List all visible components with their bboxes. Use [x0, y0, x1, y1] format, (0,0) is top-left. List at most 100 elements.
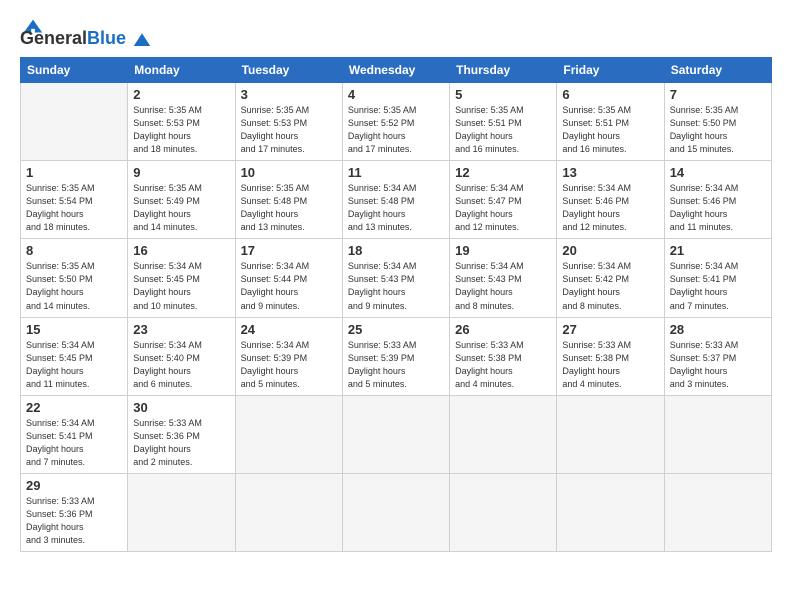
header-saturday: Saturday [664, 58, 771, 83]
day-info: Sunrise: 5:35 AMSunset: 5:50 PMDaylight … [26, 260, 122, 312]
calendar-day-cell: 12 Sunrise: 5:34 AMSunset: 5:47 PMDaylig… [450, 161, 557, 239]
calendar-day-cell [450, 473, 557, 551]
day-info: Sunrise: 5:35 AMSunset: 5:51 PMDaylight … [562, 104, 658, 156]
day-info: Sunrise: 5:34 AMSunset: 5:43 PMDaylight … [455, 260, 551, 312]
day-number: 20 [562, 243, 658, 258]
day-info: Sunrise: 5:33 AMSunset: 5:38 PMDaylight … [455, 339, 551, 391]
day-info: Sunrise: 5:34 AMSunset: 5:44 PMDaylight … [241, 260, 337, 312]
day-info: Sunrise: 5:33 AMSunset: 5:39 PMDaylight … [348, 339, 444, 391]
day-number: 13 [562, 165, 658, 180]
calendar-day-cell: 16 Sunrise: 5:34 AMSunset: 5:45 PMDaylig… [128, 239, 235, 317]
day-number: 22 [26, 400, 122, 415]
day-number: 9 [133, 165, 229, 180]
day-number: 26 [455, 322, 551, 337]
calendar-day-cell: 28 Sunrise: 5:33 AMSunset: 5:37 PMDaylig… [664, 317, 771, 395]
day-number: 1 [26, 165, 122, 180]
day-number: 6 [562, 87, 658, 102]
calendar-day-cell: 11 Sunrise: 5:34 AMSunset: 5:48 PMDaylig… [342, 161, 449, 239]
calendar-day-cell [235, 395, 342, 473]
logo-general2: General [20, 28, 87, 48]
calendar-day-cell [557, 395, 664, 473]
day-number: 7 [670, 87, 766, 102]
calendar-day-cell: 6 Sunrise: 5:35 AMSunset: 5:51 PMDayligh… [557, 83, 664, 161]
calendar-day-cell: 2 Sunrise: 5:35 AMSunset: 5:53 PMDayligh… [128, 83, 235, 161]
calendar-page: GeneralBlue Sunday Monday Tuesday Wednes… [0, 0, 792, 612]
day-info: Sunrise: 5:34 AMSunset: 5:42 PMDaylight … [562, 260, 658, 312]
day-number: 3 [241, 87, 337, 102]
day-number: 19 [455, 243, 551, 258]
header-friday: Friday [557, 58, 664, 83]
day-info: Sunrise: 5:34 AMSunset: 5:46 PMDaylight … [670, 182, 766, 234]
day-info: Sunrise: 5:34 AMSunset: 5:40 PMDaylight … [133, 339, 229, 391]
calendar-day-cell: 21 Sunrise: 5:34 AMSunset: 5:41 PMDaylig… [664, 239, 771, 317]
calendar-day-cell: 1 Sunrise: 5:35 AMSunset: 5:54 PMDayligh… [21, 161, 128, 239]
day-number: 18 [348, 243, 444, 258]
calendar-day-cell: 18 Sunrise: 5:34 AMSunset: 5:43 PMDaylig… [342, 239, 449, 317]
day-info: Sunrise: 5:34 AMSunset: 5:41 PMDaylight … [26, 417, 122, 469]
calendar-day-cell [342, 395, 449, 473]
calendar-day-cell [21, 83, 128, 161]
calendar-day-cell: 15 Sunrise: 5:34 AMSunset: 5:45 PMDaylig… [21, 317, 128, 395]
logo-triangle-icon [133, 31, 151, 49]
header: GeneralBlue [20, 16, 772, 49]
day-number: 14 [670, 165, 766, 180]
day-info: Sunrise: 5:34 AMSunset: 5:48 PMDaylight … [348, 182, 444, 234]
calendar-day-cell: 23 Sunrise: 5:34 AMSunset: 5:40 PMDaylig… [128, 317, 235, 395]
calendar-day-cell: 19 Sunrise: 5:34 AMSunset: 5:43 PMDaylig… [450, 239, 557, 317]
day-number: 21 [670, 243, 766, 258]
day-number: 2 [133, 87, 229, 102]
calendar-week-row: 8 Sunrise: 5:35 AMSunset: 5:50 PMDayligh… [21, 239, 772, 317]
day-info: Sunrise: 5:34 AMSunset: 5:45 PMDaylight … [133, 260, 229, 312]
day-number: 10 [241, 165, 337, 180]
calendar-day-cell: 3 Sunrise: 5:35 AMSunset: 5:53 PMDayligh… [235, 83, 342, 161]
logo-area: GeneralBlue [20, 16, 151, 49]
day-number: 29 [26, 478, 122, 493]
day-info: Sunrise: 5:33 AMSunset: 5:37 PMDaylight … [670, 339, 766, 391]
day-number: 16 [133, 243, 229, 258]
day-number: 5 [455, 87, 551, 102]
day-info: Sunrise: 5:33 AMSunset: 5:36 PMDaylight … [133, 417, 229, 469]
day-number: 25 [348, 322, 444, 337]
calendar-week-row: 15 Sunrise: 5:34 AMSunset: 5:45 PMDaylig… [21, 317, 772, 395]
calendar-day-cell [557, 473, 664, 551]
calendar-day-cell: 9 Sunrise: 5:35 AMSunset: 5:49 PMDayligh… [128, 161, 235, 239]
calendar-day-cell [450, 395, 557, 473]
calendar-day-cell: 24 Sunrise: 5:34 AMSunset: 5:39 PMDaylig… [235, 317, 342, 395]
calendar-day-cell: 22 Sunrise: 5:34 AMSunset: 5:41 PMDaylig… [21, 395, 128, 473]
calendar-week-row: 22 Sunrise: 5:34 AMSunset: 5:41 PMDaylig… [21, 395, 772, 473]
day-info: Sunrise: 5:34 AMSunset: 5:47 PMDaylight … [455, 182, 551, 234]
header-sunday: Sunday [21, 58, 128, 83]
calendar-day-cell: 10 Sunrise: 5:35 AMSunset: 5:48 PMDaylig… [235, 161, 342, 239]
calendar-day-cell: 8 Sunrise: 5:35 AMSunset: 5:50 PMDayligh… [21, 239, 128, 317]
calendar-week-row: 1 Sunrise: 5:35 AMSunset: 5:54 PMDayligh… [21, 161, 772, 239]
calendar-day-cell: 26 Sunrise: 5:33 AMSunset: 5:38 PMDaylig… [450, 317, 557, 395]
day-number: 24 [241, 322, 337, 337]
calendar-day-cell: 17 Sunrise: 5:34 AMSunset: 5:44 PMDaylig… [235, 239, 342, 317]
calendar-week-row: 2 Sunrise: 5:35 AMSunset: 5:53 PMDayligh… [21, 83, 772, 161]
calendar-week-row: 29 Sunrise: 5:33 AMSunset: 5:36 PMDaylig… [21, 473, 772, 551]
calendar-day-cell: 27 Sunrise: 5:33 AMSunset: 5:38 PMDaylig… [557, 317, 664, 395]
calendar-day-cell [128, 473, 235, 551]
day-info: Sunrise: 5:34 AMSunset: 5:43 PMDaylight … [348, 260, 444, 312]
day-info: Sunrise: 5:34 AMSunset: 5:41 PMDaylight … [670, 260, 766, 312]
day-info: Sunrise: 5:34 AMSunset: 5:45 PMDaylight … [26, 339, 122, 391]
header-monday: Monday [128, 58, 235, 83]
calendar-day-cell: 29 Sunrise: 5:33 AMSunset: 5:36 PMDaylig… [21, 473, 128, 551]
day-number: 27 [562, 322, 658, 337]
day-number: 23 [133, 322, 229, 337]
day-number: 11 [348, 165, 444, 180]
calendar-day-cell: 14 Sunrise: 5:34 AMSunset: 5:46 PMDaylig… [664, 161, 771, 239]
day-info: Sunrise: 5:34 AMSunset: 5:46 PMDaylight … [562, 182, 658, 234]
calendar-day-cell [664, 395, 771, 473]
day-info: Sunrise: 5:33 AMSunset: 5:36 PMDaylight … [26, 495, 122, 547]
header-tuesday: Tuesday [235, 58, 342, 83]
day-info: Sunrise: 5:35 AMSunset: 5:52 PMDaylight … [348, 104, 444, 156]
day-info: Sunrise: 5:35 AMSunset: 5:54 PMDaylight … [26, 182, 122, 234]
calendar-day-cell [235, 473, 342, 551]
day-info: Sunrise: 5:34 AMSunset: 5:39 PMDaylight … [241, 339, 337, 391]
header-thursday: Thursday [450, 58, 557, 83]
day-info: Sunrise: 5:35 AMSunset: 5:48 PMDaylight … [241, 182, 337, 234]
day-info: Sunrise: 5:35 AMSunset: 5:49 PMDaylight … [133, 182, 229, 234]
weekday-header-row: Sunday Monday Tuesday Wednesday Thursday… [21, 58, 772, 83]
day-info: Sunrise: 5:35 AMSunset: 5:50 PMDaylight … [670, 104, 766, 156]
